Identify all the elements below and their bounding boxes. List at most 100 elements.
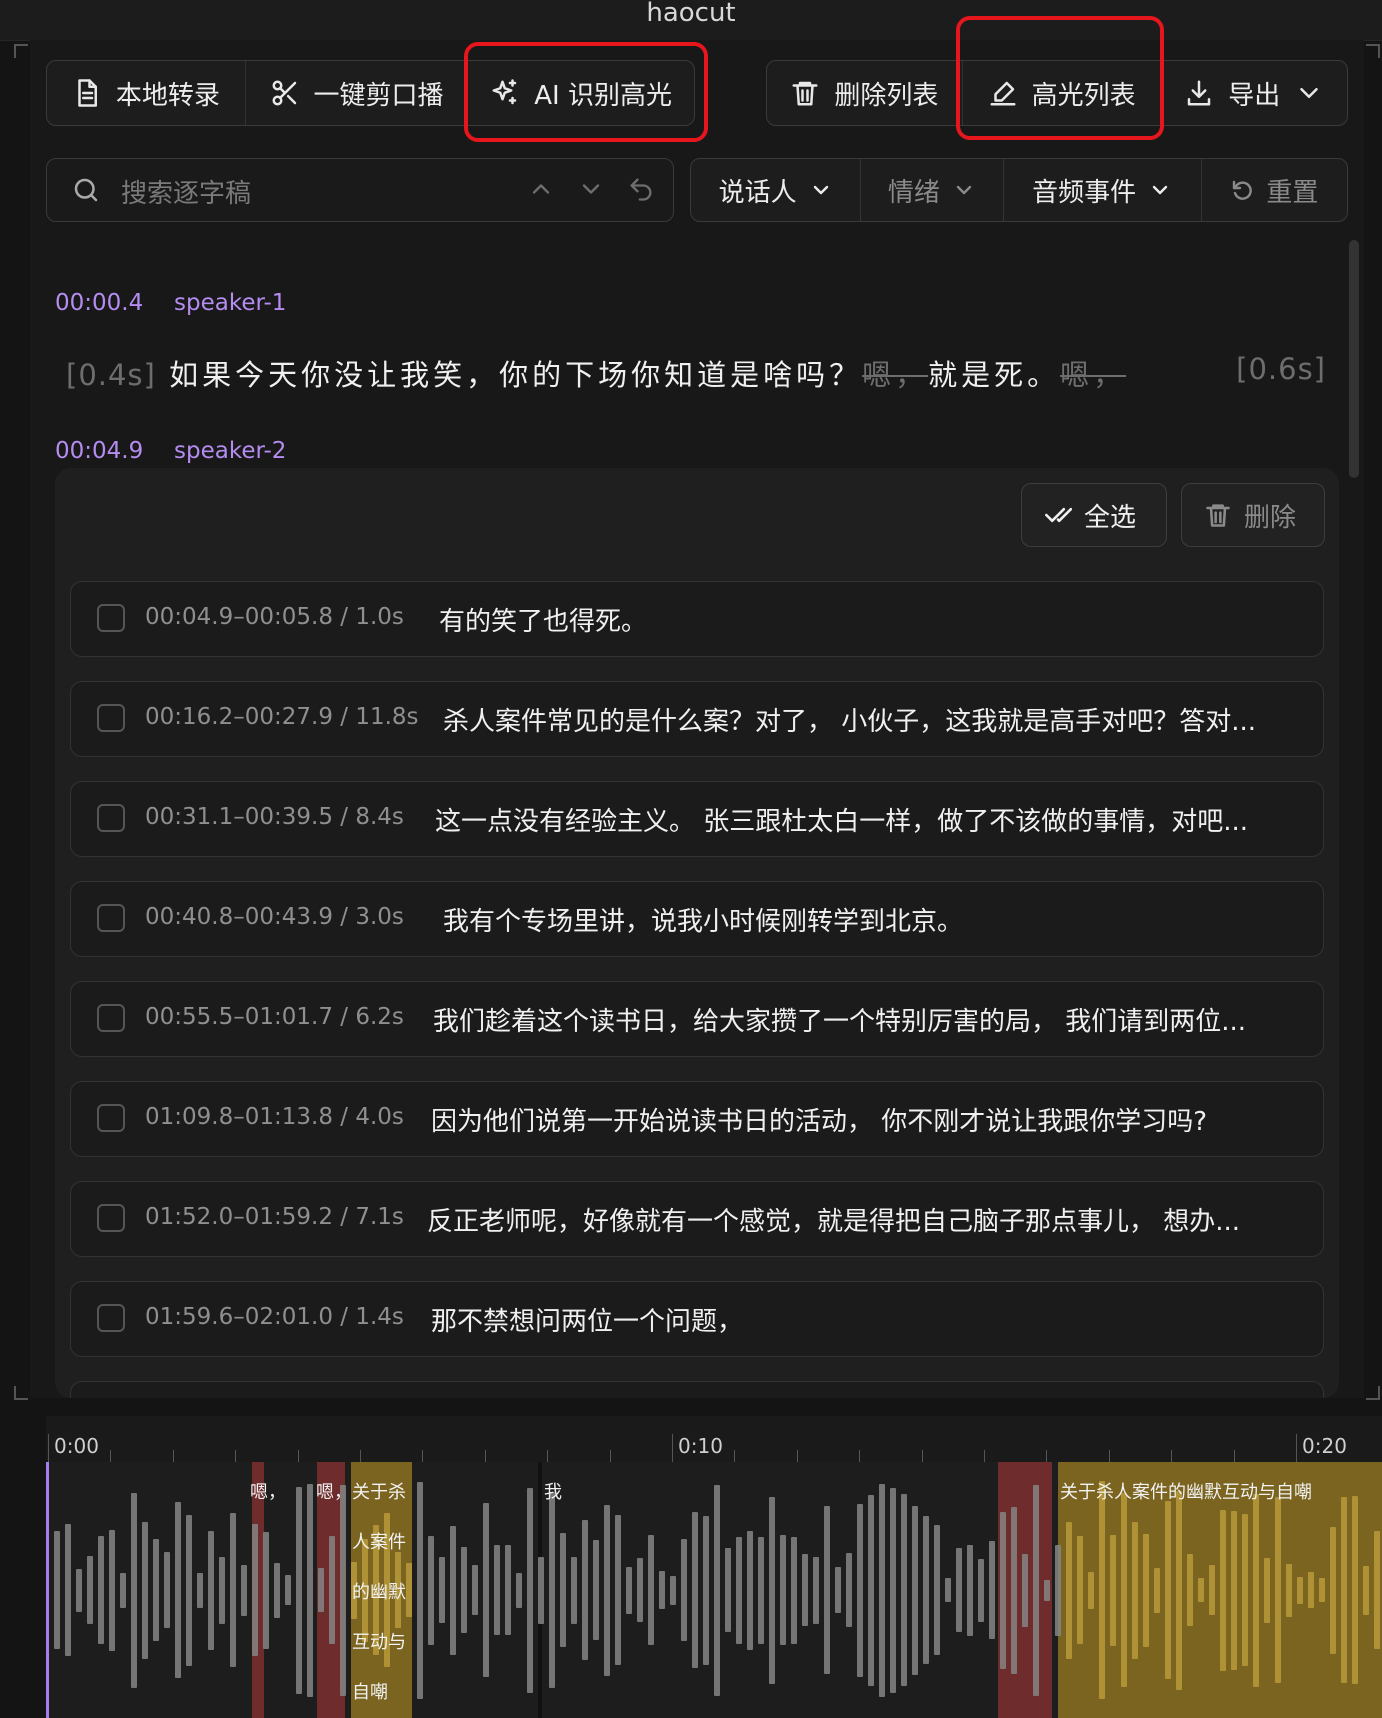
select-all-label: 全选	[1084, 502, 1137, 533]
waveform-bar	[285, 1575, 291, 1605]
highlight-list-button[interactable]: 高光列表	[963, 61, 1162, 125]
waveform-bar	[681, 1539, 687, 1641]
timeline-ruler[interactable]: 0:00 0:10 0:20	[46, 1416, 1382, 1463]
waveform-bar	[879, 1483, 885, 1697]
waveform-bar	[659, 1571, 665, 1609]
waveform-bar	[923, 1516, 929, 1664]
local-transcribe-button[interactable]: 本地转录	[47, 61, 246, 125]
waveform-bar	[813, 1556, 819, 1624]
item-checkbox[interactable]	[97, 804, 125, 832]
item-time-range: 00:40.8–00:43.9 / 3.0s	[145, 904, 404, 930]
item-text: 反正老师呢，好像就有一个感觉，就是得把自己脑子那点事儿， 想办...	[427, 1207, 1241, 1237]
waveform-bar	[76, 1568, 82, 1612]
waveform-bar	[1198, 1578, 1204, 1602]
waveform-bar	[153, 1539, 159, 1641]
item-text: 我们趁着这个读书日，给大家攒了一个特别厉害的局， 我们请到两位...	[433, 1007, 1247, 1037]
item-text: 因为他们说第一开始说读书日的活动， 你不刚才说让我跟你学习吗?	[431, 1107, 1208, 1137]
highlight-item[interactable]: 00:16.2–00:27.9 / 11.8s 杀人案件常见的是什么案？对了， …	[70, 681, 1324, 757]
reset-label: 重置	[1266, 177, 1319, 208]
waveform-bar	[670, 1575, 676, 1605]
segment-speaker[interactable]: speaker-1	[174, 290, 286, 316]
waveform-bar	[692, 1512, 698, 1668]
item-checkbox[interactable]	[97, 1104, 125, 1132]
waveform-bar	[1341, 1497, 1347, 1683]
ai-highlight-label: AI 识别高光	[534, 80, 672, 111]
highlight-item[interactable]: 01:09.8–01:13.8 / 4.0s 因为他们说第一开始说读书日的活动，…	[70, 1081, 1324, 1157]
export-button[interactable]: 导出	[1162, 61, 1347, 125]
waveform-bar	[175, 1502, 181, 1678]
highlight-label: 关于杀人案件的幽默互动与自嘲	[1060, 1482, 1312, 1503]
highlight-item[interactable]: 01:52.0–01:59.2 / 7.1s 反正老师呢，好像就有一个感觉，就是…	[70, 1181, 1324, 1257]
waveform-bar	[1297, 1576, 1303, 1604]
item-checkbox[interactable]	[97, 1304, 125, 1332]
waveform-bar	[846, 1553, 852, 1627]
waveform-bar	[1330, 1526, 1336, 1654]
scrollbar[interactable]	[1349, 240, 1359, 478]
waveform-bar	[329, 1536, 335, 1644]
undo-icon[interactable]	[627, 175, 655, 207]
waveform-bar	[109, 1529, 115, 1651]
window-corner	[1366, 1386, 1380, 1400]
chevron-down-icon	[1152, 185, 1168, 195]
waveform-bar	[626, 1566, 632, 1614]
waveform-bar	[131, 1492, 137, 1688]
waveform-bar	[648, 1535, 654, 1645]
window-corner	[14, 44, 28, 58]
highlight-label: 的幽默	[352, 1582, 406, 1603]
waveform-bar	[54, 1531, 60, 1649]
highlight-item[interactable]: 00:40.8–00:43.9 / 3.0s 我有个专场里讲，说我小时候刚转学到…	[70, 881, 1324, 957]
ai-highlight-button[interactable]: AI 识别高光	[468, 61, 694, 125]
delete-button[interactable]: 删除	[1181, 483, 1325, 547]
highlight-item[interactable]: 01:59.6–02:01.0 / 1.4s 那不禁想问两位一个问题，	[70, 1281, 1324, 1357]
playhead[interactable]	[46, 1462, 49, 1718]
highlight-list-label: 高光列表	[1031, 80, 1136, 111]
waveform-bar	[340, 1484, 346, 1696]
highlight-item[interactable]: 00:55.5–01:01.7 / 6.2s 我们趁着这个读书日，给大家攒了一个…	[70, 981, 1324, 1057]
waveform-bar	[956, 1548, 962, 1632]
waveform-bar	[725, 1548, 731, 1632]
segment-timestamp[interactable]: 00:04.9	[55, 438, 143, 464]
item-time-range: 01:09.8–01:13.8 / 4.0s	[145, 1104, 404, 1130]
waveform-bar	[560, 1533, 566, 1647]
export-label: 导出	[1228, 80, 1281, 111]
waveform-bar	[164, 1552, 170, 1628]
waveform-bar	[780, 1535, 786, 1645]
waveform-bar	[1121, 1493, 1127, 1687]
item-checkbox[interactable]	[97, 704, 125, 732]
ruler-tick	[1046, 1450, 1048, 1462]
item-checkbox[interactable]	[97, 904, 125, 932]
item-checkbox[interactable]	[97, 604, 125, 632]
highlight-list-panel: 全选 删除 00:04.9–00:05.8 / 1.0s 有的笑了也得死。 00…	[55, 468, 1339, 1398]
highlight-item[interactable]: 00:04.9–00:05.8 / 1.0s 有的笑了也得死。	[70, 581, 1324, 657]
ruler-tick	[796, 1450, 798, 1462]
ruler-tick	[1296, 1434, 1297, 1462]
waveform-bar	[824, 1506, 830, 1674]
waveform-bar	[494, 1545, 500, 1635]
chevron-down-icon[interactable]	[577, 175, 605, 207]
tick-label: 0:00	[54, 1434, 99, 1458]
select-all-button[interactable]: 全选	[1021, 483, 1167, 547]
search-input[interactable]: 搜索逐字稿	[46, 158, 674, 222]
item-checkbox[interactable]	[97, 1204, 125, 1232]
emotion-filter[interactable]: 情绪	[861, 159, 1004, 221]
waveform-bar	[714, 1484, 720, 1696]
waveform-bar	[791, 1536, 797, 1644]
segment-speaker[interactable]: speaker-2	[174, 438, 286, 464]
segment-timestamp[interactable]: 00:00.4	[55, 290, 143, 316]
segment-text[interactable]: [0.4s] 如果今天你没让我笑，你的下场你知道是啥吗？嗯，就是死。嗯， [0.…	[66, 352, 1326, 394]
reset-button[interactable]: 重置	[1202, 159, 1347, 221]
delete-list-button[interactable]: 删除列表	[767, 61, 963, 125]
audio-event-filter[interactable]: 音频事件	[1004, 159, 1202, 221]
filler-word[interactable]: 嗯，	[1060, 358, 1126, 392]
speaker-filter[interactable]: 说话人	[691, 159, 862, 221]
highlight-item-partial[interactable]	[70, 1381, 1324, 1398]
waveform-bar	[1176, 1490, 1182, 1690]
ruler-tick	[672, 1434, 673, 1462]
filler-word[interactable]: 嗯，	[862, 358, 928, 392]
one-click-cut-button[interactable]: 一键剪口播	[246, 61, 469, 125]
item-checkbox[interactable]	[97, 1004, 125, 1032]
chevron-up-icon[interactable]	[527, 175, 555, 207]
highlight-item[interactable]: 00:31.1–00:39.5 / 8.4s 这一点没有经验主义。 张三跟杜太白…	[70, 781, 1324, 857]
trash-icon	[790, 78, 820, 108]
timeline[interactable]: 0:00 0:10 0:20 嗯， 嗯， 关于杀 人案件 的幽默 互动与 自嘲 …	[46, 1416, 1382, 1718]
